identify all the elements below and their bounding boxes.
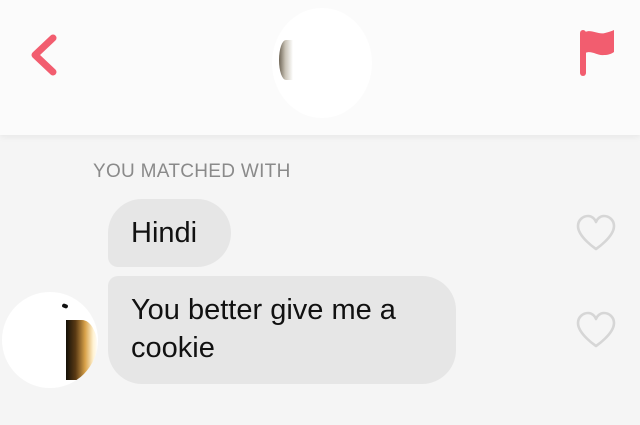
message-text: You better give me a cookie [131,294,396,364]
chevron-left-icon [31,34,57,76]
like-message-button[interactable] [575,214,617,252]
avatar-photo-fragment [61,303,69,309]
heart-outline-icon [576,214,616,251]
message-bubble[interactable]: Hindi [108,199,231,267]
flag-icon [580,30,614,76]
match-avatar[interactable] [272,8,372,118]
heart-outline-icon [576,311,616,348]
message-bubble[interactable]: You better give me a cookie [108,276,456,384]
avatar-photo-fragment [279,40,293,80]
sender-avatar[interactable] [2,292,98,388]
matched-with-label: YOU MATCHED WITH [93,161,291,182]
like-message-button[interactable] [575,311,617,349]
back-button[interactable] [22,28,68,80]
report-button[interactable] [574,26,618,78]
avatar-photo-fragment [66,320,98,380]
chat-header [0,0,640,135]
message-text: Hindi [131,217,198,249]
